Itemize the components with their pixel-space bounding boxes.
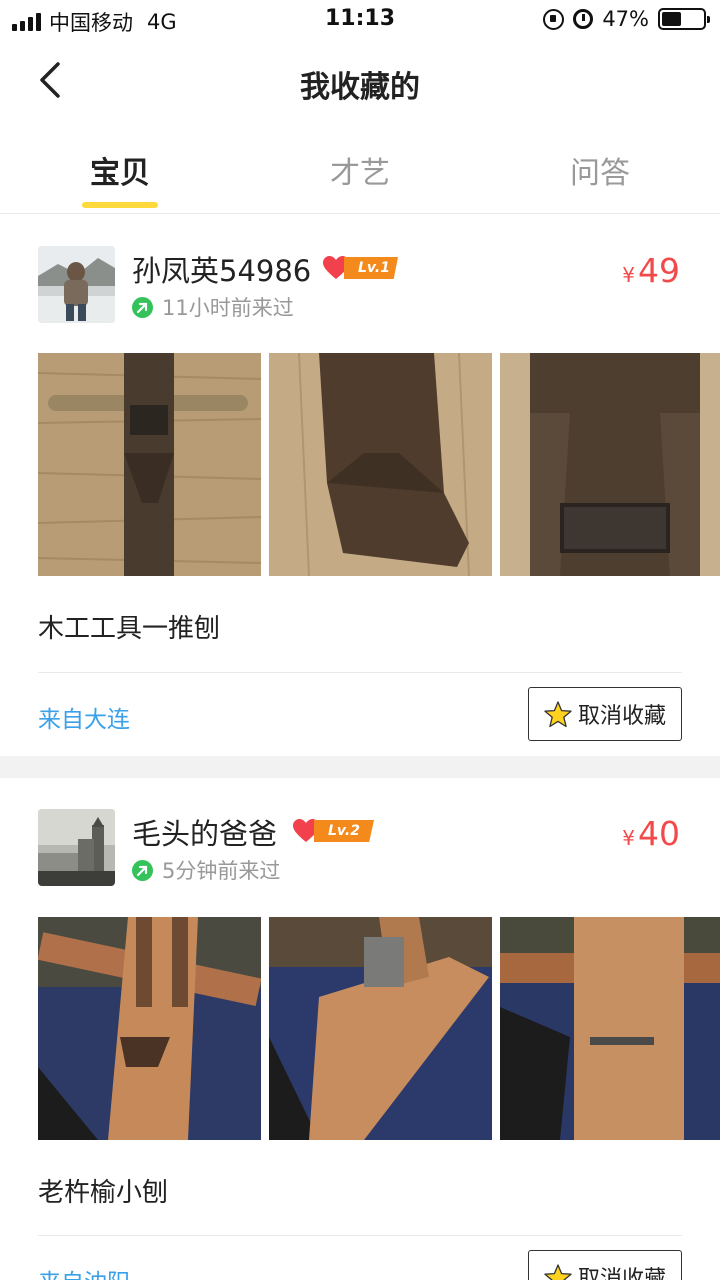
photo-gallery — [38, 353, 720, 576]
location: 来自沈阳 — [38, 1263, 130, 1280]
active-tab-indicator — [82, 202, 158, 208]
level-badge: Lv.2 — [314, 820, 374, 842]
price: ¥40 — [622, 814, 680, 853]
price: ¥49 — [622, 251, 680, 290]
card-separator — [0, 756, 720, 778]
star-icon — [544, 700, 572, 727]
price-value: 49 — [638, 251, 680, 290]
user-name[interactable]: 毛头的爸爸 — [132, 811, 277, 853]
unfavorite-button[interactable]: 取消收藏 — [528, 687, 682, 741]
avatar[interactable] — [38, 809, 115, 886]
item-photo[interactable] — [269, 917, 492, 1140]
arrow-up-right-icon — [132, 296, 153, 318]
item-photo[interactable] — [38, 917, 261, 1140]
tab-bar: 宝贝 才艺 问答 — [0, 130, 720, 214]
favorite-item-card[interactable]: 毛头的爸爸 Lv.2 5分钟前来过 ¥40 老杵榆小刨 取消收藏 — [0, 778, 720, 1280]
photo-gallery — [38, 917, 720, 1140]
last-seen: 11小时前来过 — [132, 292, 294, 322]
arrow-up-right-icon — [132, 859, 153, 881]
divider — [38, 672, 682, 673]
level-badge: Lv.1 — [344, 257, 398, 279]
location: 来自大连 — [38, 707, 130, 733]
status-bar-right: 47% — [543, 7, 710, 31]
unfavorite-label: 取消收藏 — [577, 1267, 666, 1280]
star-icon — [544, 1263, 572, 1280]
currency-symbol: ¥ — [622, 263, 635, 287]
last-seen-text: 11小时前来过 — [162, 296, 294, 320]
currency-symbol: ¥ — [622, 826, 635, 850]
price-value: 40 — [638, 814, 680, 853]
last-seen-text: 5分钟前来过 — [162, 859, 281, 883]
battery-percent: 47% — [602, 7, 649, 31]
favorite-item-card[interactable]: 孙凤英54986 Lv.1 11小时前来过 ¥49 木工工具一推刨 来自大连 取… — [0, 215, 720, 755]
last-seen: 5分钟前来过 — [132, 855, 280, 885]
page-title: 我收藏的 — [300, 70, 420, 105]
item-photo[interactable] — [269, 353, 492, 576]
tab-talent[interactable]: 才艺 — [280, 148, 440, 192]
battery-icon — [658, 8, 710, 30]
nav-bar: 我收藏的 — [0, 40, 720, 122]
alarm-icon — [573, 9, 594, 29]
user-name[interactable]: 孙凤英54986 — [132, 248, 311, 290]
item-title[interactable]: 老杵榆小刨 — [38, 1172, 168, 1209]
rotation-lock-icon — [543, 8, 565, 30]
unfavorite-button[interactable]: 取消收藏 — [528, 1250, 682, 1280]
unfavorite-label: 取消收藏 — [577, 704, 666, 729]
status-bar: 中国移动 4G 11:13 47% — [0, 0, 720, 40]
tab-baby[interactable]: 宝贝 — [40, 148, 200, 192]
item-photo[interactable] — [38, 353, 261, 576]
tab-qa[interactable]: 问答 — [520, 148, 680, 192]
avatar[interactable] — [38, 246, 115, 323]
item-photo[interactable] — [500, 353, 720, 576]
item-title[interactable]: 木工工具一推刨 — [38, 608, 220, 645]
item-photo[interactable] — [500, 917, 720, 1140]
divider — [38, 1235, 682, 1236]
